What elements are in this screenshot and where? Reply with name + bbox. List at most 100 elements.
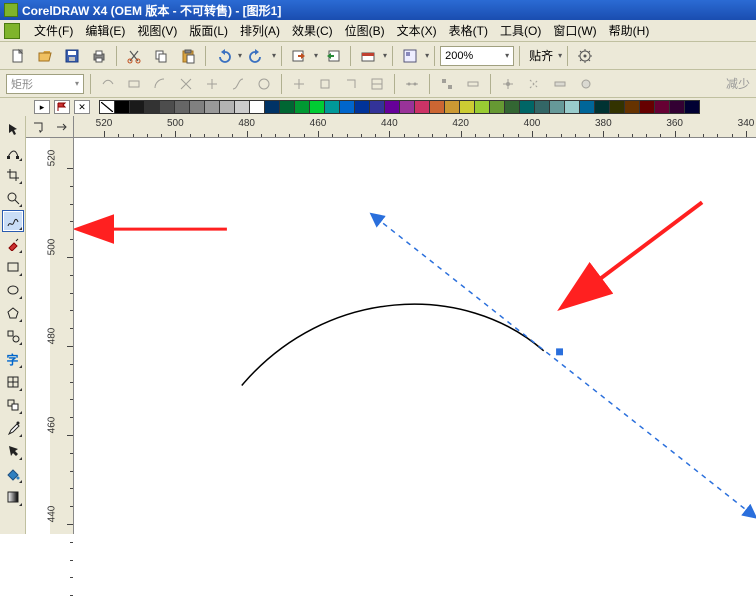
table-tool[interactable] xyxy=(2,371,24,393)
close-doc-button[interactable]: ✕ xyxy=(74,100,90,114)
dropdown-arrow-icon[interactable]: ▾ xyxy=(314,51,318,60)
prop-btn-15[interactable] xyxy=(497,73,519,95)
prop-btn-9[interactable] xyxy=(314,73,336,95)
menu-file[interactable]: 文件(F) xyxy=(28,20,79,41)
color-swatch[interactable] xyxy=(474,100,490,114)
canvas[interactable] xyxy=(74,138,756,534)
play-button[interactable]: ▸ xyxy=(34,100,50,114)
ellipse-tool[interactable] xyxy=(2,279,24,301)
color-swatch[interactable] xyxy=(159,100,175,114)
shape-select[interactable]: 矩形 ▾ xyxy=(6,74,84,94)
smartfill-tool[interactable] xyxy=(2,233,24,255)
color-swatch[interactable] xyxy=(249,100,265,114)
print-button[interactable] xyxy=(87,45,111,67)
undo-arrow-icon[interactable]: ▾ xyxy=(238,51,242,60)
redo-button[interactable] xyxy=(245,45,269,67)
no-color-swatch[interactable] xyxy=(99,100,115,114)
menu-arrange[interactable]: 排列(A) xyxy=(234,20,286,41)
prop-btn-8[interactable] xyxy=(288,73,310,95)
color-swatch[interactable] xyxy=(384,100,400,114)
menu-effects[interactable]: 效果(C) xyxy=(286,20,339,41)
color-swatch[interactable] xyxy=(654,100,670,114)
eyedropper-tool[interactable] xyxy=(2,417,24,439)
color-swatch[interactable] xyxy=(684,100,700,114)
color-swatch[interactable] xyxy=(669,100,685,114)
prop-btn-12[interactable] xyxy=(401,73,423,95)
prop-btn-16[interactable] xyxy=(523,73,545,95)
color-swatch[interactable] xyxy=(294,100,310,114)
color-swatch[interactable] xyxy=(534,100,550,114)
color-swatch[interactable] xyxy=(594,100,610,114)
rectangle-tool[interactable] xyxy=(2,256,24,278)
color-swatch[interactable] xyxy=(429,100,445,114)
export-button[interactable] xyxy=(321,45,345,67)
color-swatch[interactable] xyxy=(504,100,520,114)
menu-layout[interactable]: 版面(L) xyxy=(183,20,234,41)
new-button[interactable] xyxy=(6,45,30,67)
color-swatch[interactable] xyxy=(234,100,250,114)
shape-tool[interactable] xyxy=(2,141,24,163)
options-button[interactable] xyxy=(573,45,597,67)
prop-btn-18[interactable] xyxy=(575,73,597,95)
color-swatch[interactable] xyxy=(399,100,415,114)
text-tool[interactable]: 字 xyxy=(2,348,24,370)
import-button[interactable] xyxy=(287,45,311,67)
paste-button[interactable] xyxy=(176,45,200,67)
color-swatch[interactable] xyxy=(144,100,160,114)
color-swatch[interactable] xyxy=(489,100,505,114)
zoom-dropdown[interactable]: 200% ▾ xyxy=(440,46,514,66)
prop-btn-17[interactable] xyxy=(549,73,571,95)
basic-shapes-tool[interactable] xyxy=(2,325,24,347)
ruler-corner[interactable] xyxy=(26,116,74,138)
prop-btn-4[interactable] xyxy=(175,73,197,95)
prop-btn-1[interactable] xyxy=(97,73,119,95)
color-swatch[interactable] xyxy=(324,100,340,114)
curve-path[interactable] xyxy=(242,304,544,385)
color-swatch[interactable] xyxy=(369,100,385,114)
prop-btn-7[interactable] xyxy=(253,73,275,95)
color-swatch[interactable] xyxy=(579,100,595,114)
color-swatch[interactable] xyxy=(309,100,325,114)
flag-button[interactable] xyxy=(54,100,70,114)
dropdown-arrow-icon[interactable]: ▾ xyxy=(425,51,429,60)
copy-button[interactable] xyxy=(149,45,173,67)
color-swatch[interactable] xyxy=(219,100,235,114)
menu-text[interactable]: 文本(X) xyxy=(391,20,443,41)
prop-btn-11[interactable] xyxy=(366,73,388,95)
redo-arrow-icon[interactable]: ▾ xyxy=(272,51,276,60)
color-swatch[interactable] xyxy=(459,100,475,114)
cut-button[interactable] xyxy=(122,45,146,67)
prop-btn-6[interactable] xyxy=(227,73,249,95)
color-swatch[interactable] xyxy=(444,100,460,114)
prop-btn-14[interactable] xyxy=(462,73,484,95)
zoom-tool[interactable] xyxy=(2,187,24,209)
interactive-fill-tool[interactable] xyxy=(2,486,24,508)
color-swatch[interactable] xyxy=(639,100,655,114)
crop-tool[interactable] xyxy=(2,164,24,186)
menu-tools[interactable]: 工具(O) xyxy=(494,20,547,41)
interactive-tool[interactable] xyxy=(2,394,24,416)
ruler-arrow-icon[interactable] xyxy=(50,116,74,137)
menu-bitmap[interactable]: 位图(B) xyxy=(339,20,391,41)
app-launcher-button[interactable] xyxy=(398,45,422,67)
color-swatch[interactable] xyxy=(264,100,280,114)
snap-label[interactable]: 贴齐 xyxy=(525,47,557,64)
color-swatch[interactable] xyxy=(339,100,355,114)
color-swatch[interactable] xyxy=(279,100,295,114)
outline-tool[interactable] xyxy=(2,440,24,462)
ruler-horizontal[interactable]: 520500480460440420400380360340 xyxy=(74,116,756,138)
chevron-down-icon[interactable]: ▾ xyxy=(558,51,562,60)
pick-tool[interactable] xyxy=(2,118,24,140)
ruler-vertical[interactable]: 520500480460440 xyxy=(50,138,74,534)
menu-window[interactable]: 窗口(W) xyxy=(547,20,602,41)
color-swatch[interactable] xyxy=(564,100,580,114)
undo-button[interactable] xyxy=(211,45,235,67)
color-swatch[interactable] xyxy=(414,100,430,114)
menu-help[interactable]: 帮助(H) xyxy=(603,20,656,41)
color-swatch[interactable] xyxy=(174,100,190,114)
fill-tool[interactable] xyxy=(2,463,24,485)
color-swatch[interactable] xyxy=(609,100,625,114)
open-button[interactable] xyxy=(33,45,57,67)
color-swatch[interactable] xyxy=(354,100,370,114)
menu-edit[interactable]: 编辑(E) xyxy=(79,20,131,41)
